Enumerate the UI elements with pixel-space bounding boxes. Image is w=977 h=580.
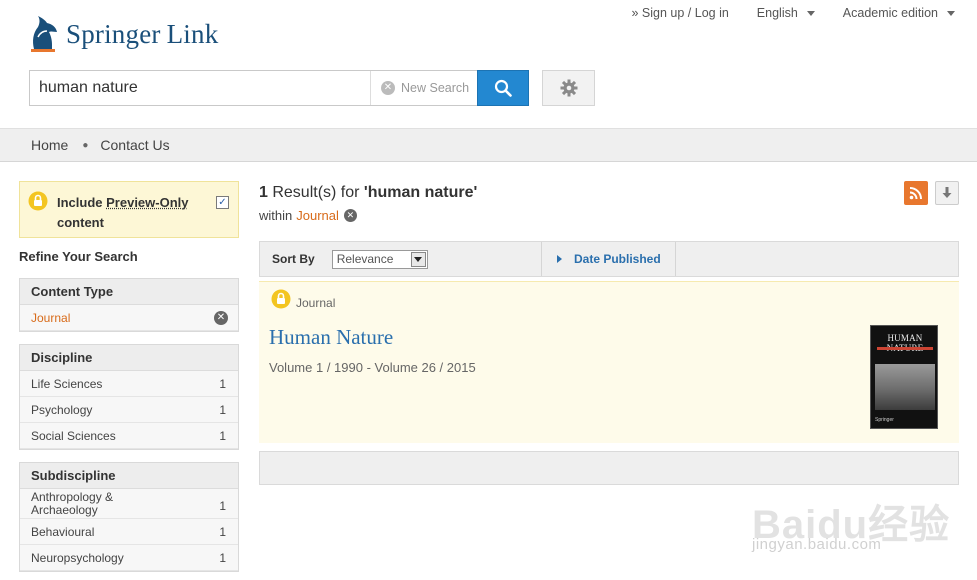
facet-heading: Content Type: [20, 279, 238, 305]
result-volume-range: Volume 1 / 1990 - Volume 26 / 2015: [269, 360, 476, 375]
cover-stripe: [877, 347, 933, 350]
edition-dropdown[interactable]: Academic edition: [843, 6, 955, 20]
facet-item-anthropology-archaeology[interactable]: Anthropology & Archaeology 1: [20, 489, 238, 519]
result-item: Journal Human Nature Volume 1 / 1990 - V…: [259, 281, 959, 443]
search-settings-button[interactable]: [542, 70, 595, 106]
download-results-button[interactable]: [935, 181, 959, 205]
results-summary: 1 Result(s) for 'human nature': [259, 184, 478, 201]
within-filter: within Journal ✕: [259, 208, 357, 223]
chevron-down-icon: [806, 10, 815, 16]
triangle-right-icon: [557, 255, 562, 263]
gear-icon: [560, 79, 577, 97]
signup-login-link[interactable]: » Sign up / Log in: [632, 6, 729, 20]
download-arrow-icon: [942, 187, 952, 198]
clear-icon: ✕: [381, 81, 395, 95]
preview-only-toggle: Include Preview-Only content ✓: [19, 181, 239, 238]
cover-publisher: Springer: [875, 417, 894, 423]
facet-item-neuropsychology[interactable]: Neuropsychology 1: [20, 545, 238, 571]
lock-icon: [271, 289, 291, 309]
facet-heading: Subdiscipline: [20, 463, 238, 489]
rss-icon: [909, 187, 922, 200]
facet-count: 1: [219, 428, 226, 443]
preview-only-label: Include Preview-Only content: [57, 195, 189, 230]
springer-link-logo[interactable]: Springer Link: [28, 14, 218, 54]
date-published-sort[interactable]: Date Published: [557, 242, 661, 276]
result-title-link[interactable]: Human Nature: [269, 325, 393, 350]
search-input[interactable]: [30, 71, 370, 105]
result-content-type: Journal: [296, 296, 336, 310]
cover-title: HUMAN NATURE: [887, 333, 924, 353]
result-query: 'human nature': [363, 184, 478, 201]
search-button[interactable]: [477, 70, 529, 106]
breadcrumb-home-link[interactable]: Home: [31, 137, 68, 153]
lock-icon: [28, 191, 48, 211]
language-dropdown[interactable]: English: [757, 6, 815, 20]
facet-item-life-sciences[interactable]: Life Sciences 1: [20, 371, 238, 397]
contact-us-link[interactable]: Contact Us: [100, 137, 169, 153]
facet-heading: Discipline: [20, 345, 238, 371]
within-journal-link[interactable]: Journal: [296, 208, 339, 223]
sort-bar: Sort By Relevance Date Published: [259, 241, 959, 277]
facet-item-journal[interactable]: Journal ✕: [20, 305, 238, 331]
result-count: 1: [259, 184, 268, 201]
watermark: Baidu经验 jingyan.baidu.com: [752, 470, 977, 580]
search-box: ✕ New Search: [29, 70, 478, 106]
refine-search-heading: Refine Your Search: [19, 249, 138, 264]
facet-discipline: Discipline Life Sciences 1 Psychology 1 …: [19, 344, 239, 450]
breadcrumb-separator: ●: [82, 139, 89, 151]
new-search-button[interactable]: ✕ New Search: [371, 81, 469, 95]
rss-feed-button[interactable]: [904, 181, 928, 205]
watermark-url: jingyan.baidu.com: [752, 536, 882, 553]
top-navigation: » Sign up / Log in English Academic edit…: [604, 6, 955, 20]
facet-item-psychology[interactable]: Psychology 1: [20, 397, 238, 423]
horse-logo-icon: [31, 16, 57, 52]
facet-count: 1: [219, 524, 226, 539]
sort-select[interactable]: Relevance: [331, 249, 428, 269]
journal-cover-thumbnail[interactable]: HUMAN NATURE Springer: [870, 325, 938, 429]
cover-photo: [875, 364, 935, 410]
preview-only-link[interactable]: Preview-Only: [106, 195, 188, 210]
chevron-down-icon: [410, 251, 426, 267]
breadcrumb: Home ● Contact Us: [0, 128, 977, 162]
remove-filter-icon[interactable]: ✕: [214, 311, 228, 325]
chevron-down-icon: [947, 10, 955, 16]
brand-name: Springer Link: [66, 18, 219, 49]
search-icon: [494, 79, 512, 97]
sort-by-label: Sort By: [272, 252, 315, 266]
remove-filter-icon[interactable]: ✕: [343, 209, 357, 222]
sort-separator: [675, 242, 676, 276]
facet-count: 1: [219, 499, 226, 513]
sort-separator: [541, 242, 542, 276]
facet-count: 1: [219, 376, 226, 391]
facet-subdiscipline: Subdiscipline Anthropology & Archaeology …: [19, 462, 239, 572]
facet-item-behavioural[interactable]: Behavioural 1: [20, 519, 238, 545]
preview-only-checkbox[interactable]: ✓: [216, 196, 229, 209]
facet-item-social-sciences[interactable]: Social Sciences 1: [20, 423, 238, 449]
facet-count: 1: [219, 550, 226, 565]
facet-content-type: Content Type Journal ✕: [19, 278, 239, 332]
facet-count: 1: [219, 402, 226, 417]
